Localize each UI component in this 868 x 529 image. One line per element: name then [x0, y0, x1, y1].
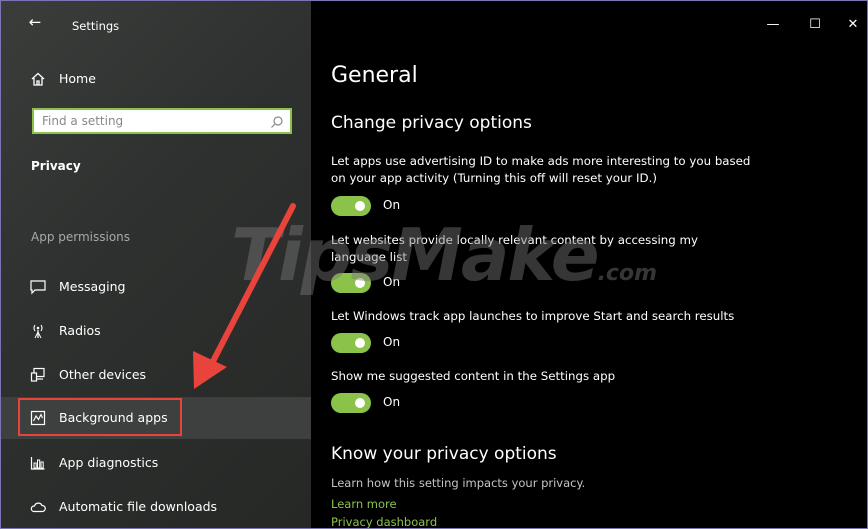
sidebar-item-label: Other devices [59, 367, 147, 382]
message-icon [29, 278, 47, 296]
search-icon[interactable] [270, 114, 284, 128]
toggle-state-label: On [383, 198, 401, 212]
settings-window: Home Privacy App permissions Messaging R… [0, 0, 868, 529]
section-heading: Know your privacy options [331, 444, 557, 464]
home-icon [29, 70, 47, 88]
minimize-icon[interactable]: — [763, 15, 783, 35]
toggle-knob [355, 338, 365, 348]
track-launches-toggle-row[interactable]: On [331, 333, 531, 353]
close-icon[interactable]: ✕ [843, 15, 863, 35]
suggested-content-toggle-row[interactable]: On [331, 393, 531, 413]
sidebar-item-label: App diagnostics [59, 455, 159, 470]
sidebar-item-radios[interactable]: Radios [1, 310, 311, 352]
suggested-content-toggle[interactable] [331, 393, 371, 413]
watermark-brand: TipsMake [231, 213, 600, 297]
sidebar-item-app-diagnostics[interactable]: App diagnostics [1, 442, 311, 484]
watermark-suffix: .com [597, 261, 658, 286]
sidebar-item-other-devices[interactable]: Other devices [1, 354, 311, 396]
toggle-state-label: On [383, 335, 401, 349]
option-description: Let apps use advertising ID to make ads … [331, 154, 751, 185]
sidebar-item-label: Radios [59, 323, 101, 338]
sidebar-item-home[interactable]: Home [1, 58, 311, 100]
window-title: Settings [72, 19, 120, 33]
devices-icon [29, 366, 47, 384]
group-label: App permissions [31, 230, 131, 244]
sidebar-item-label: Home [59, 71, 96, 86]
maximize-icon[interactable]: ☐ [805, 15, 825, 35]
learn-more-link[interactable]: Learn more [331, 497, 397, 511]
radio-antenna-icon [29, 322, 47, 340]
watermark: TipsMake.com [231, 213, 657, 297]
highlight-box [18, 398, 182, 436]
option-description: Show me suggested content in the Setting… [331, 369, 616, 383]
back-arrow-icon[interactable]: ← [25, 14, 45, 30]
section-heading: Change privacy options [331, 113, 532, 133]
toggle-knob [355, 398, 365, 408]
sidebar-item-label: Messaging [59, 279, 126, 294]
diagnostics-icon [29, 454, 47, 472]
privacy-dashboard-link[interactable]: Privacy dashboard [331, 515, 437, 528]
track-launches-toggle[interactable] [331, 333, 371, 353]
toggle-knob [355, 201, 365, 211]
know-description: Learn how this setting impacts your priv… [331, 476, 586, 490]
cloud-icon [29, 498, 47, 516]
title-bar: ← Settings — ☐ ✕ [1, 1, 867, 41]
sidebar-item-automatic-file-downloads[interactable]: Automatic file downloads [1, 486, 311, 528]
option-description: Let Windows track app launches to improv… [331, 309, 735, 323]
sidebar-item-label: Automatic file downloads [59, 499, 218, 514]
toggle-state-label: On [383, 395, 401, 409]
search-box[interactable] [32, 108, 292, 134]
search-input[interactable] [34, 110, 267, 132]
section-title: Privacy [31, 159, 81, 173]
page-title: General [331, 63, 418, 88]
